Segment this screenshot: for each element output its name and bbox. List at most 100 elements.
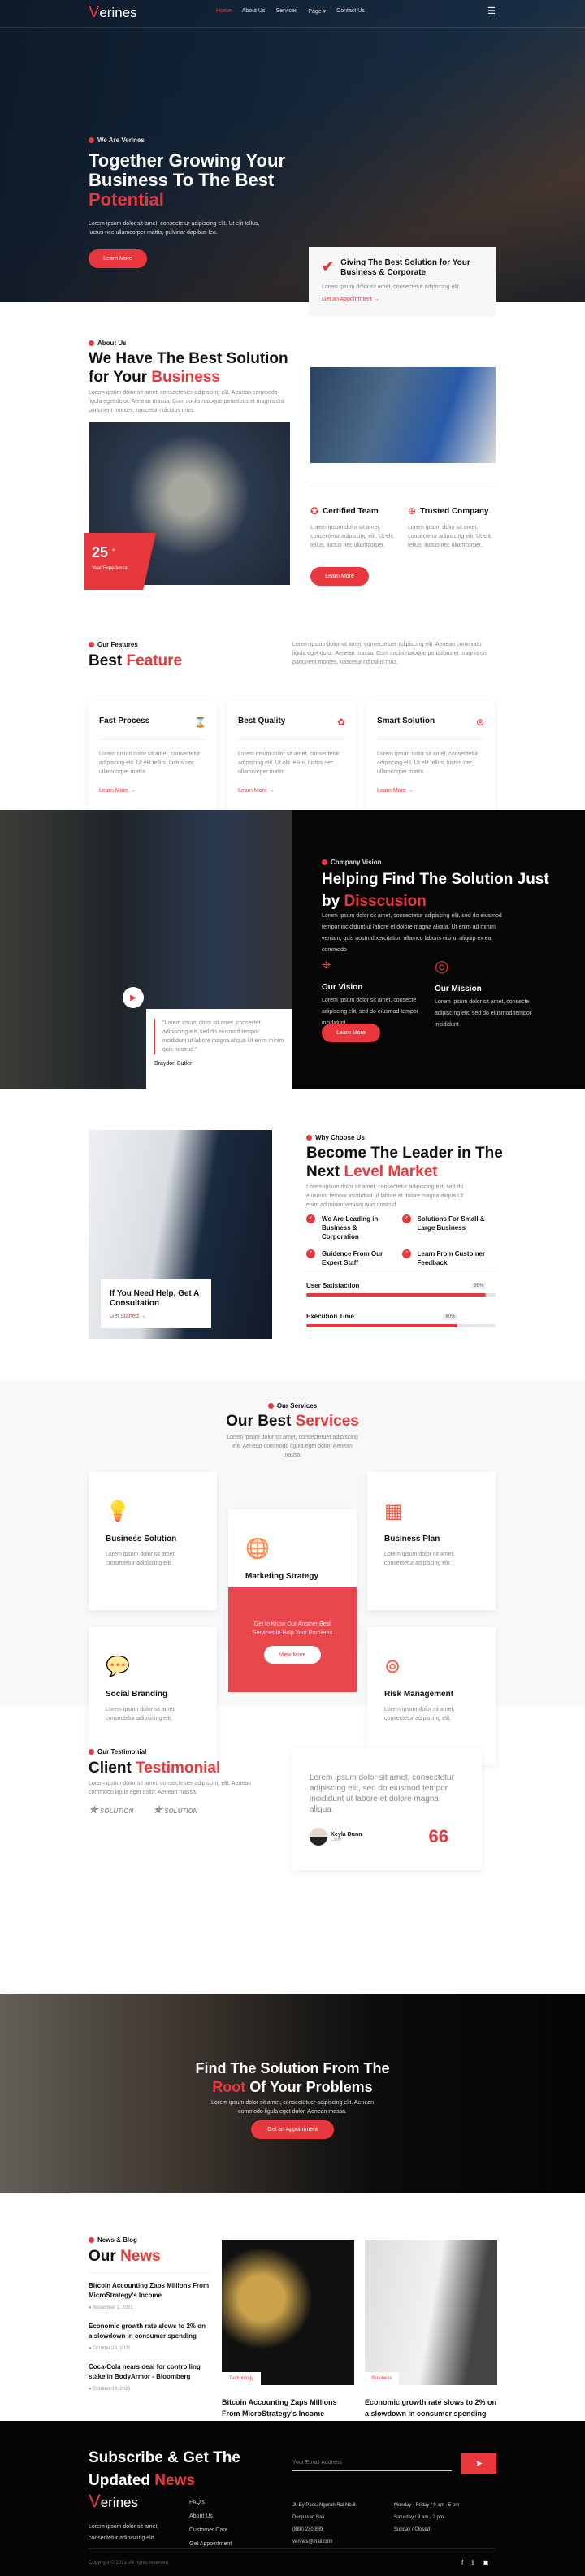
check-item: ✓ Guidence From Our Expert Staff (306, 1249, 402, 1267)
get-appointment-link[interactable]: Get an Appointment → (322, 297, 483, 302)
hamburger-icon[interactable]: ☰ (488, 6, 496, 16)
about-title: We Have The Best Solution for Your Busine… (89, 350, 288, 386)
news-list-item[interactable]: Bitcoin Accounting Zaps Millions From Mi… (89, 2281, 210, 2310)
features-text: Lorem ipsum dolor sit amet, consectetuer… (292, 642, 488, 665)
facebook-icon[interactable]: f (462, 2559, 463, 2566)
services-section: Our Services Our Best Services Lorem ips… (0, 1381, 585, 1765)
hero-title: Together Growing Your Business To The Bes… (89, 150, 285, 210)
target-icon: ◎ (435, 958, 449, 976)
feature-card: Smart Solution ⊛ Lorem ipsum dolor sit am… (366, 700, 495, 822)
news-card[interactable]: Business Economic growth rate slows to 2%… (365, 2240, 497, 2427)
footer-hours: Monday - Friday / 9 am - 5 pm Saturday / … (394, 2503, 460, 2532)
about-text: Lorem ipsum dolor sit amet, consectetuer… (89, 390, 284, 413)
progress-item: User Satisfaction 95% (306, 1282, 496, 1297)
progress-item: Execution Time 80% (306, 1313, 496, 1327)
news-tag: News & Blog (89, 2236, 137, 2244)
learn-more-link[interactable]: Learn More → (238, 788, 345, 794)
category-badge[interactable]: Business (365, 2372, 400, 2385)
get-started-link[interactable]: Get Started → (110, 1314, 202, 1319)
news-card[interactable]: Technology Bitcoin Accounting Zaps Millio… (222, 2240, 354, 2427)
quote-icon: 66 (428, 1826, 448, 1846)
nav-contact[interactable]: Contact Us (336, 8, 365, 15)
twitter-icon[interactable]: 𝕥 (471, 2559, 474, 2566)
presentation-board-icon: ▦ (384, 1500, 403, 1522)
check-badge-icon (267, 1403, 274, 1409)
nav-home[interactable]: Home (216, 8, 232, 15)
service-card[interactable]: 💡 Business Solution Lorem ipsum dolor sit … (89, 1472, 217, 1610)
check-badge-icon (89, 642, 94, 647)
nav-about[interactable]: About Us (242, 8, 266, 15)
feature-certified-team: ✪ Certified Team Lorem ipsum dolor sit ame… (310, 505, 393, 548)
vision-title: Helping Find The Solution Just by Disscus… (322, 871, 549, 910)
check-circle-icon: ✓ (401, 1249, 411, 1258)
testimonial-tag: Our Testimonial (89, 1748, 146, 1756)
check-badge-icon (89, 137, 94, 143)
clock-icon: ● (89, 2305, 92, 2310)
services-title: Our Best Services (226, 1413, 359, 1430)
footer-links: FAQ's About Us Customer Care Get Appointmen… (189, 2500, 232, 2555)
businessman-photo (310, 367, 496, 463)
chevron-down-icon: ▾ (323, 9, 327, 15)
footer-logo[interactable]: Verines (89, 2491, 138, 2512)
news-list-item[interactable]: Economic growth rate slows to 2% on a sl… (89, 2322, 210, 2351)
footer-link-appointment[interactable]: Get Appointment (189, 2541, 232, 2547)
footer-contact: Jl. By Pass, Ngurah Rai No.8 Denpasar, Ba… (292, 2503, 356, 2544)
hero-text: Lorem ipsum dolor sit amet, consectetur … (89, 221, 260, 236)
check-item: ✓ Learn From Customer Feedback (401, 1249, 498, 1267)
check-badge-icon (89, 340, 94, 346)
nav-page[interactable]: Page ▾ (308, 8, 326, 15)
crosshair-icon: ⌖ (322, 956, 332, 974)
vision-learn-more-button[interactable]: Learn More (322, 1024, 380, 1042)
hero-learn-more-button[interactable]: Learn More (89, 249, 147, 268)
globe-people-icon: 🌐 (245, 1538, 270, 1560)
category-badge[interactable]: Technology (222, 2372, 262, 2385)
news-image: Business (365, 2240, 497, 2385)
clock-icon: ● (89, 2346, 92, 2351)
bulb-gear-icon: 💡 (106, 1500, 130, 1522)
safe-icon: ⊚ (384, 1656, 401, 1678)
subscribe-button[interactable]: ➤ (462, 2453, 496, 2474)
learn-more-link[interactable]: Learn More → (99, 788, 206, 794)
award-icon: ✿ (336, 717, 345, 728)
check-badge-icon (89, 2237, 94, 2243)
cta-appointment-button[interactable]: Get an Appointment (251, 2120, 334, 2139)
hero-card: ✔ Giving The Best Solution for Your Busin… (309, 247, 496, 316)
progress-fill (306, 1293, 487, 1297)
navbar: Verines Home About Us Services Page ▾ Co… (0, 0, 585, 28)
services-tag: Our Services (0, 1402, 585, 1409)
nav-services[interactable]: Services (275, 8, 297, 15)
check-circle-icon: ✓ (401, 1214, 411, 1223)
certificate-icon: ✪ (310, 505, 319, 517)
play-video-button[interactable]: ▶ (123, 987, 144, 1008)
news-image: Technology (222, 2240, 354, 2385)
logo[interactable]: Verines (89, 3, 137, 22)
progress-bar (306, 1324, 496, 1327)
subscribe-title: Subscribe & Get The Updated News (89, 2449, 240, 2489)
why-title: Become The Leader in The Next Level Marke… (306, 1145, 503, 1180)
news-title: Our News (89, 2248, 161, 2265)
learn-more-link[interactable]: Learn More → (377, 788, 484, 794)
social-people-icon: 💬 (106, 1656, 130, 1678)
quote-card: "Lorem ipsum dolor sit amet, consectet a… (146, 1009, 292, 1098)
hourglass-icon: ⌛ (194, 717, 206, 728)
footer: Subscribe & Get TheUpdated News ➤ Verine… (0, 2421, 585, 2576)
testimonial-card: Lorem ipsum dolor sit amet, consectetur … (292, 1748, 482, 1870)
about-tag: About Us (89, 340, 127, 347)
service-card[interactable]: ▦ Business Plan Lorem ipsum dolor sit amet… (367, 1472, 496, 1610)
news-list-item[interactable]: Coca-Cola nears deal for controlling sta… (89, 2362, 210, 2392)
email-input[interactable] (292, 2455, 452, 2471)
about-learn-more-button[interactable]: Learn More (310, 567, 369, 586)
clock-icon: ● (89, 2387, 92, 2392)
consultation-card: If You Need Help, Get A Consultation Get… (101, 1279, 211, 1328)
features-tag: Our Features (89, 641, 138, 648)
check-circle-icon: ✓ (306, 1249, 315, 1258)
footer-link-faq[interactable]: FAQ's (189, 2500, 232, 2505)
view-more-button[interactable]: View More (264, 1646, 321, 1664)
footer-link-about[interactable]: About Us (189, 2513, 232, 2519)
footer-link-care[interactable]: Customer Care (189, 2527, 232, 2533)
progress-fill (306, 1324, 458, 1327)
avatar (310, 1828, 327, 1846)
vision-section: ▶ "Lorem ipsum dolor sit amet, consectet… (0, 810, 585, 1098)
star-icon: ★ (89, 1803, 98, 1816)
youtube-icon[interactable]: ▣ (483, 2559, 489, 2566)
